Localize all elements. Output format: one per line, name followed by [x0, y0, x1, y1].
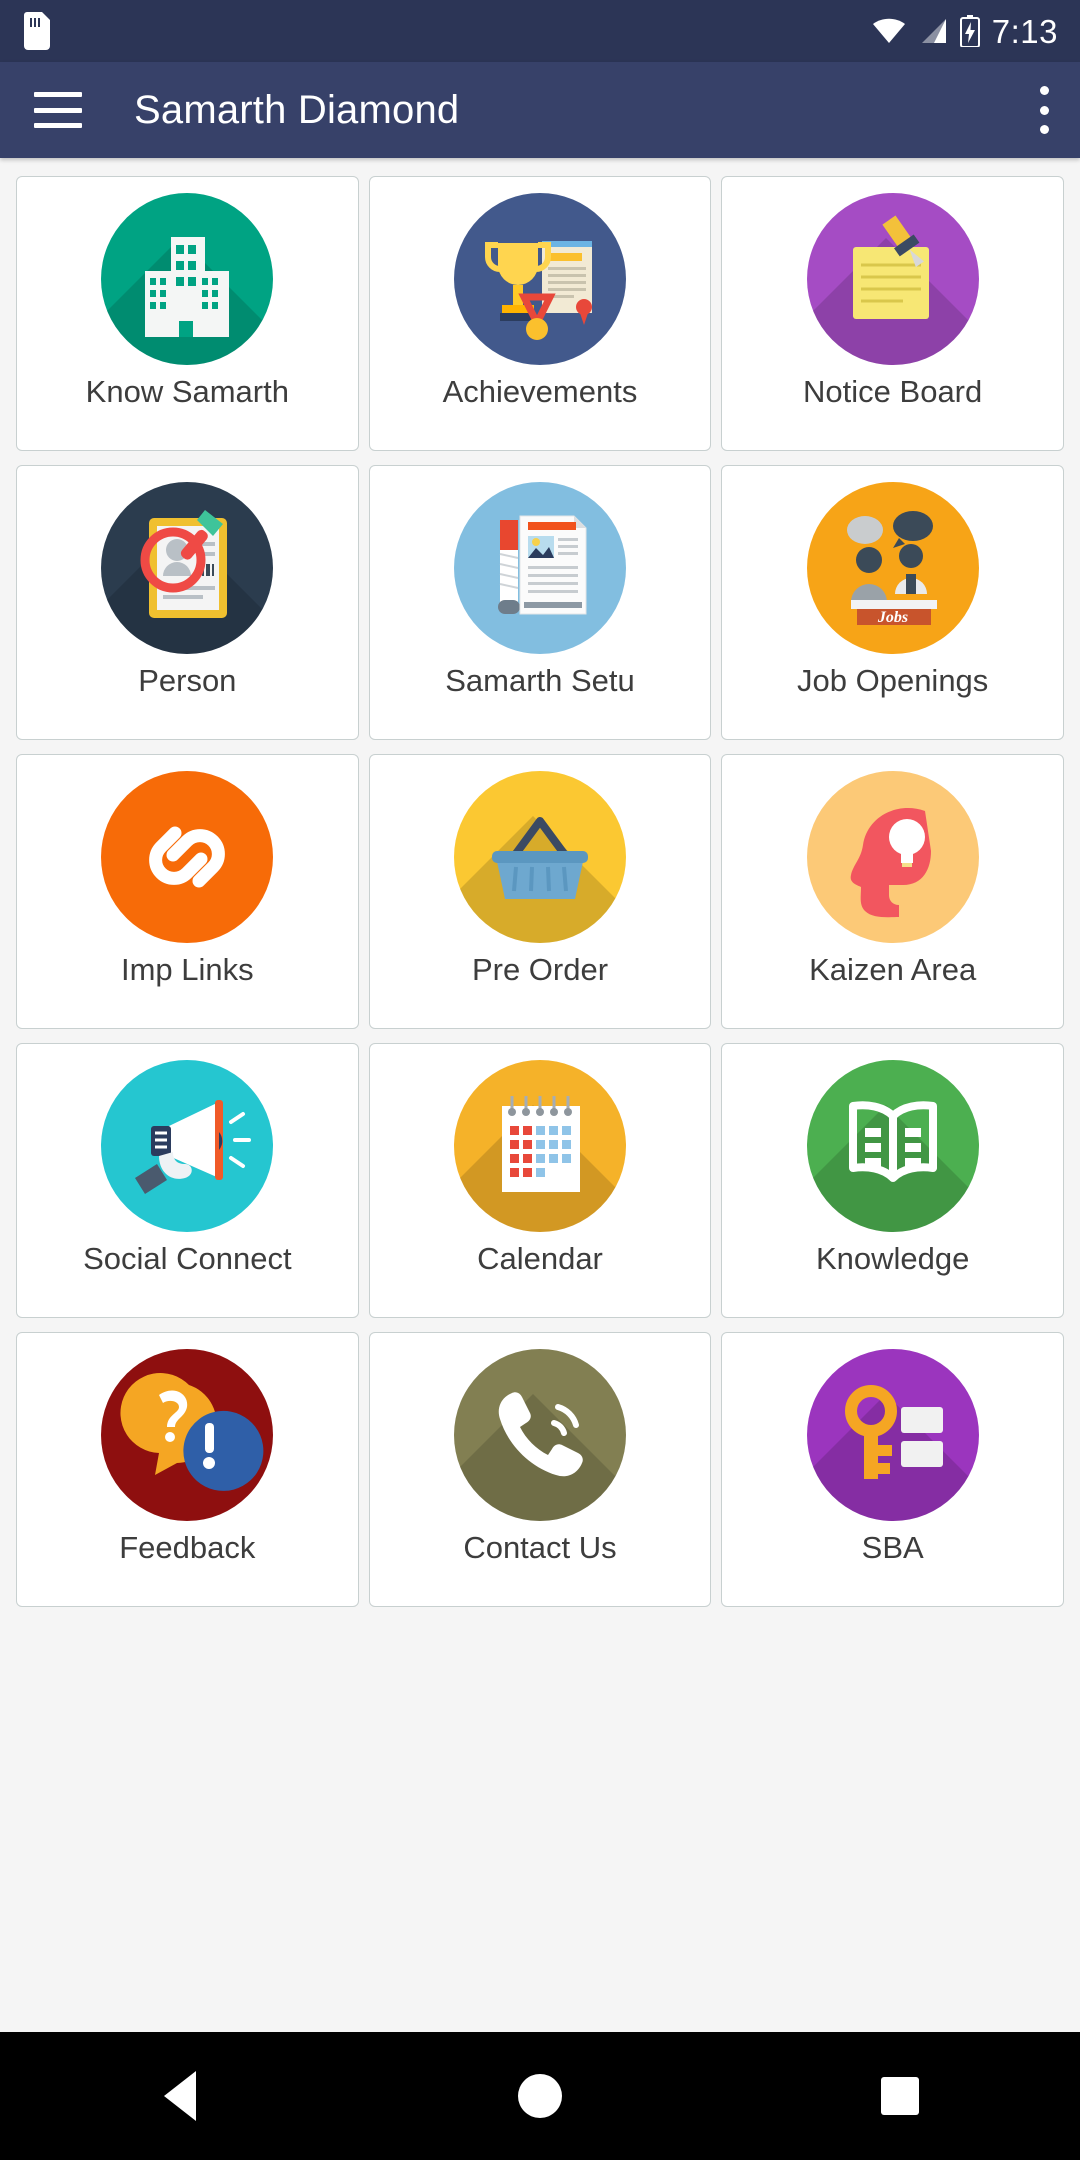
grid-item-label: Achievements	[442, 374, 638, 409]
icon-container	[101, 482, 274, 654]
sd-card-icon	[24, 12, 50, 50]
status-clock: 7:13	[991, 12, 1058, 50]
grid-item-imp-links[interactable]: Imp Links	[16, 754, 359, 1029]
grid-item-label: Contact Us	[463, 1530, 617, 1565]
grid-item-job-openings[interactable]: Jobs Job Openings	[721, 465, 1064, 740]
status-bar: 7:13	[0, 0, 1080, 62]
grid-item-label: Imp Links	[120, 952, 254, 987]
grid-item-contact-us[interactable]: Contact Us	[368, 1332, 712, 1607]
wifi-icon	[872, 18, 906, 44]
battery-charging-icon	[959, 15, 980, 48]
status-left-icons	[24, 12, 50, 50]
icon-container	[806, 1060, 979, 1232]
grid-item-label: Pre Order	[471, 952, 609, 987]
page-title: Samarth Diamond	[134, 87, 460, 132]
icon-container	[806, 193, 979, 365]
grid-item-social-connect[interactable]: Social Connect	[16, 1043, 359, 1318]
content-bottom-spacer	[0, 1990, 1080, 2032]
grid-item-label: Samarth Setu	[445, 663, 635, 698]
grid-item-knowledge[interactable]: Knowledge	[721, 1043, 1064, 1318]
icon-container: Jobs	[806, 482, 979, 654]
icon-container	[806, 771, 979, 943]
home-button[interactable]	[470, 2032, 610, 2160]
grid-item-label: Know Samarth	[85, 374, 289, 409]
grid-item-person[interactable]: Person	[16, 465, 359, 740]
app-screen: 7:13 Samarth Diamond Know Samarth Achiev…	[0, 0, 1080, 2160]
grid-item-label: SBA	[861, 1530, 924, 1565]
cellular-signal-icon	[918, 18, 948, 44]
icon-container	[806, 1349, 979, 1521]
grid-item-label: Kaizen Area	[809, 952, 977, 987]
grid-item-label: Calendar	[477, 1241, 603, 1276]
grid-item-label: Social Connect	[83, 1241, 292, 1276]
grid-item-label: Person	[138, 663, 237, 698]
grid-item-label: Feedback	[119, 1530, 256, 1565]
hamburger-menu-icon[interactable]	[34, 92, 82, 128]
icon-container	[101, 771, 274, 943]
icon-container	[101, 1060, 274, 1232]
grid-item-label: Notice Board	[803, 374, 983, 409]
grid-item-calendar[interactable]: Calendar	[368, 1043, 712, 1318]
grid-item-kaizen-area[interactable]: Kaizen Area	[721, 754, 1064, 1029]
overflow-menu-icon[interactable]	[1038, 86, 1050, 134]
grid-item-achievements[interactable]: Achievements	[368, 176, 712, 451]
app-bar: Samarth Diamond	[0, 62, 1080, 158]
icon-container	[101, 1349, 274, 1521]
grid-item-label: Knowledge	[815, 1241, 970, 1276]
grid-item-notice-board[interactable]: Notice Board	[721, 176, 1064, 451]
svg-text:Jobs: Jobs	[877, 609, 908, 626]
system-navigation-bar	[0, 2032, 1080, 2160]
icon-container	[453, 1349, 626, 1521]
grid-item-feedback[interactable]: Feedback	[16, 1332, 359, 1607]
icon-container	[453, 193, 626, 365]
back-button[interactable]	[110, 2032, 250, 2160]
status-right-icons: 7:13	[872, 15, 1058, 48]
grid-item-pre-order[interactable]: Pre Order	[368, 754, 712, 1029]
icon-container	[101, 193, 274, 365]
menu-grid: Know Samarth Achievements Notice Board P…	[16, 176, 1064, 1607]
grid-item-sba[interactable]: SBA	[721, 1332, 1064, 1607]
icon-container	[453, 771, 626, 943]
grid-item-label: Job Openings	[797, 663, 989, 698]
recents-button[interactable]	[830, 2032, 970, 2160]
icon-container	[453, 482, 626, 654]
icon-container	[453, 1060, 626, 1232]
main-content: Know Samarth Achievements Notice Board P…	[0, 158, 1080, 1990]
grid-item-know-samarth[interactable]: Know Samarth	[16, 176, 359, 451]
grid-item-samarth-setu[interactable]: Samarth Setu	[368, 465, 712, 740]
